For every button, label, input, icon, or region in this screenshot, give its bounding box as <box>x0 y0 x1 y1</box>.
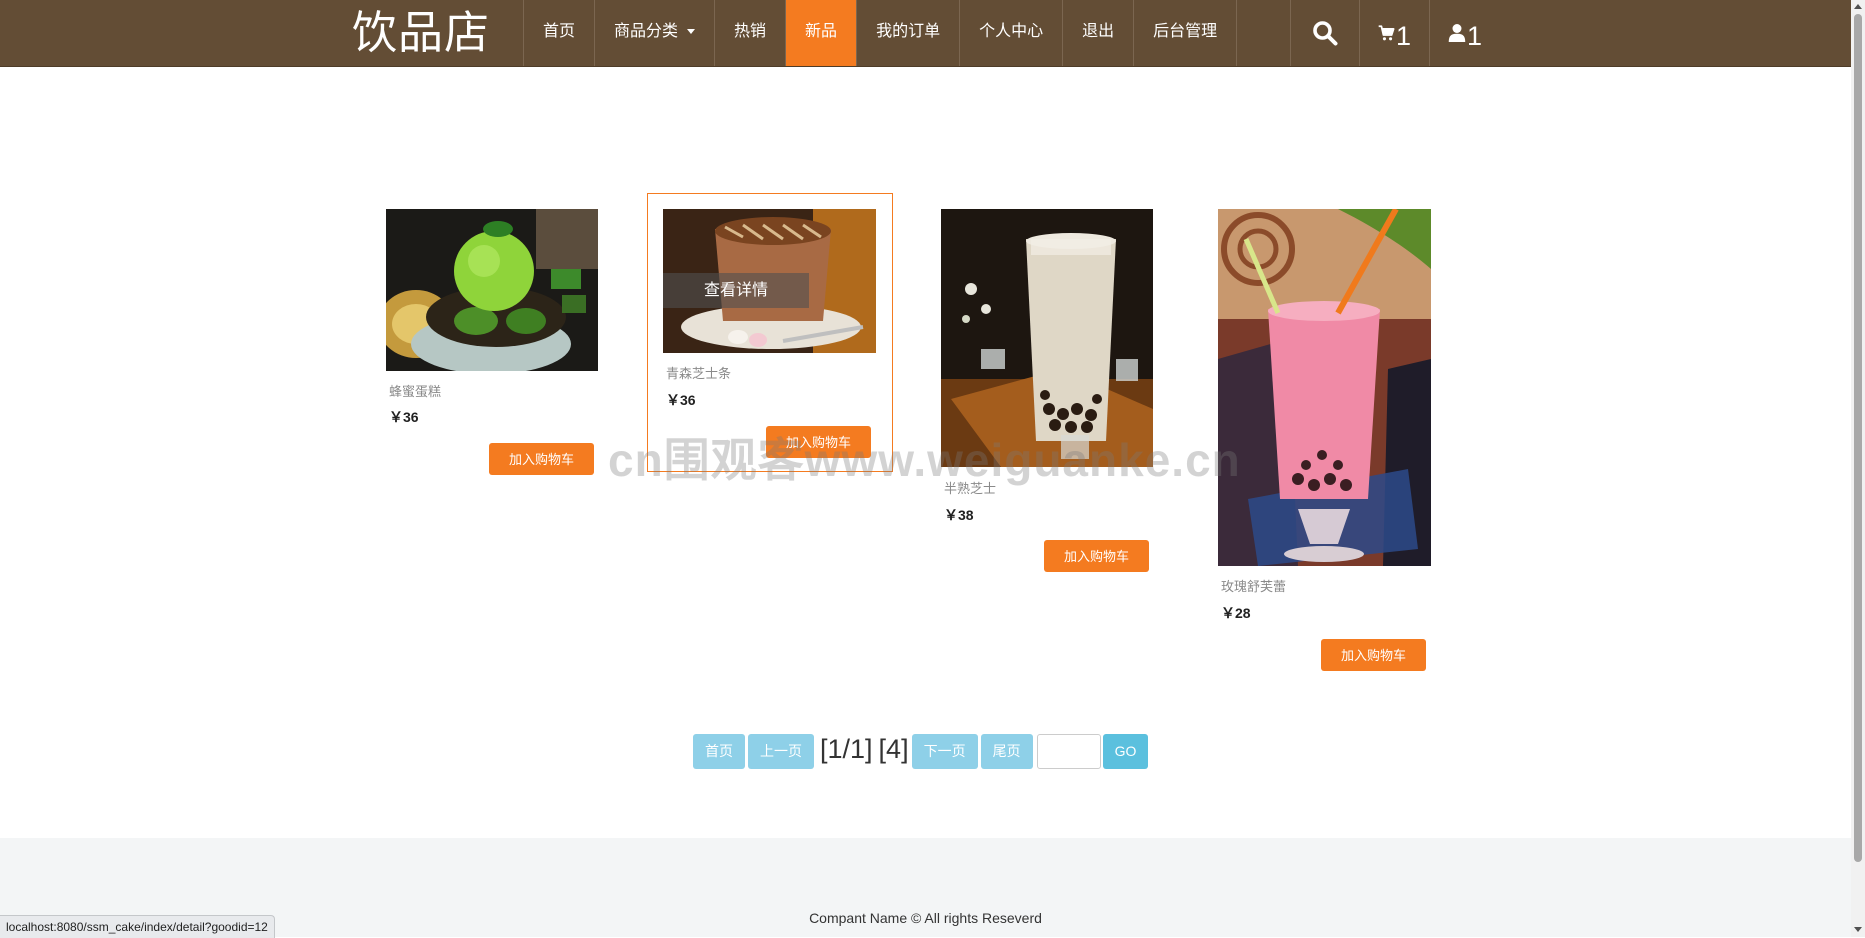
browser-status-url: localhost:8080/ssm_cake/index/detail?goo… <box>0 915 275 938</box>
product-price: ￥28 <box>1221 605 1251 621</box>
view-details-overlay[interactable]: 查看详情 <box>663 273 809 308</box>
prev-page-button[interactable]: 上一页 <box>748 733 814 769</box>
product-price: ￥36 <box>666 392 696 408</box>
first-page-button[interactable]: 首页 <box>693 733 745 769</box>
footer: Compant Name © All rights Reseverd <box>0 838 1851 937</box>
ice-cream-sundae-image <box>386 209 598 371</box>
product-name[interactable]: 玫瑰舒芙蕾 <box>1221 576 1286 595</box>
product-image[interactable] <box>1218 209 1431 566</box>
scrollbar-thumb[interactable] <box>1854 14 1862 862</box>
add-to-cart-button[interactable]: 加入购物车 <box>1044 540 1149 572</box>
pink-bubble-tea-image <box>1218 209 1431 566</box>
product-grid: 蜂蜜蛋糕 ￥36 加入购物车 查看详情 青森芝士条 ￥36 加入购物车 半熟芝士… <box>0 0 1851 830</box>
last-page-button[interactable]: 尾页 <box>980 733 1033 769</box>
copyright-text: Compant Name © All rights Reseverd <box>809 910 1042 926</box>
go-button[interactable]: GO <box>1102 733 1149 769</box>
product-image[interactable]: 查看详情 <box>663 209 876 353</box>
page-number-input[interactable] <box>1036 733 1101 769</box>
total-count: [4] <box>878 734 909 764</box>
product-image[interactable] <box>941 209 1153 467</box>
product-price: ￥36 <box>389 409 419 425</box>
add-to-cart-button[interactable]: 加入购物车 <box>766 426 871 458</box>
page-info: [1/1] <box>820 734 873 764</box>
scroll-up-icon[interactable] <box>1854 4 1862 9</box>
bubble-milk-tea-image <box>941 209 1153 467</box>
add-to-cart-button[interactable]: 加入购物车 <box>1321 639 1426 671</box>
page-scrollbar[interactable] <box>1851 0 1865 937</box>
product-name[interactable]: 蜂蜜蛋糕 <box>389 381 441 400</box>
product-price: ￥38 <box>944 507 974 523</box>
product-name[interactable]: 半熟芝士 <box>944 478 996 497</box>
add-to-cart-button[interactable]: 加入购物车 <box>489 443 594 475</box>
scroll-down-icon[interactable] <box>1854 927 1862 932</box>
next-page-button[interactable]: 下一页 <box>911 733 978 769</box>
product-image[interactable] <box>386 209 598 371</box>
product-name[interactable]: 青森芝士条 <box>666 363 731 382</box>
pagination: 首页 上一页 [1/1] [4] 下一页 尾页 GO <box>693 733 1149 769</box>
